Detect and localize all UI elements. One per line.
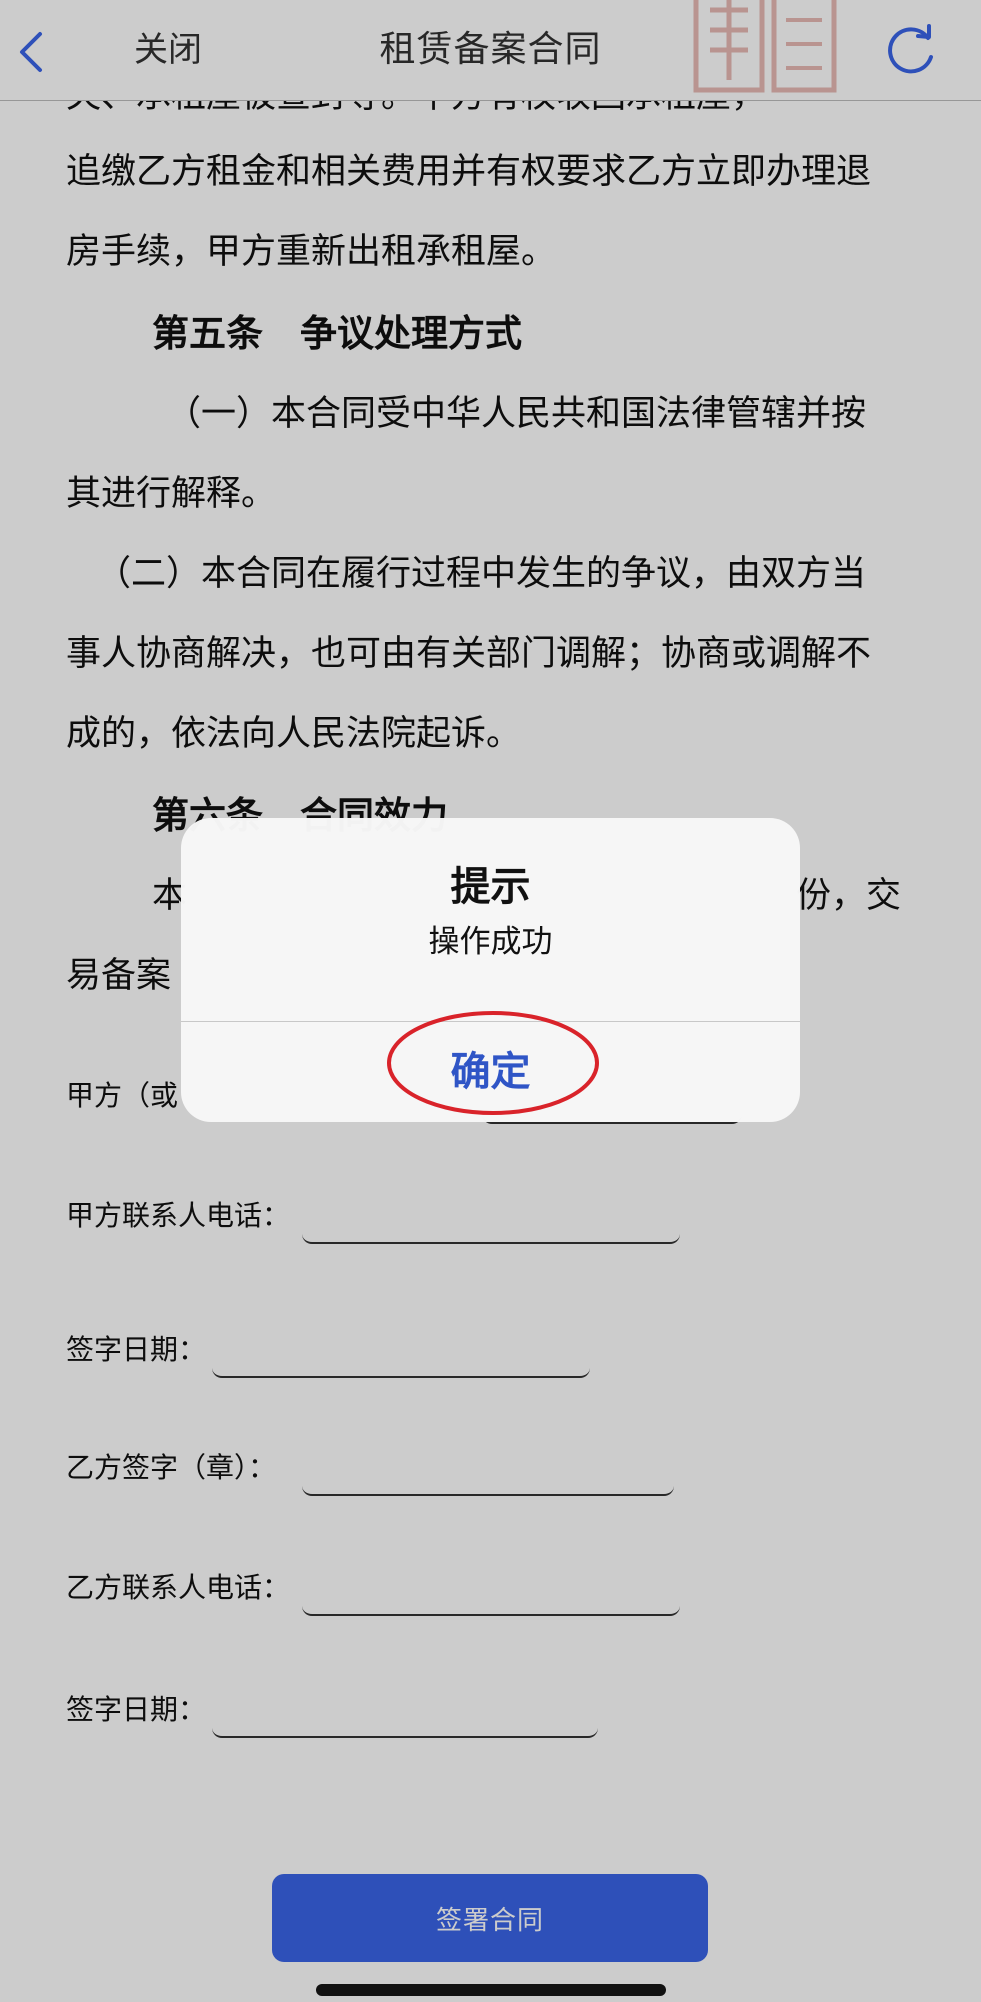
alert-message: 操作成功 [428,924,553,960]
home-indicator [316,1984,666,1996]
alert-title: 提示 [450,864,531,910]
alert-ok-button[interactable]: 确定 [181,1022,800,1122]
alert-dialog: 提示 操作成功 确定 [181,818,800,1122]
